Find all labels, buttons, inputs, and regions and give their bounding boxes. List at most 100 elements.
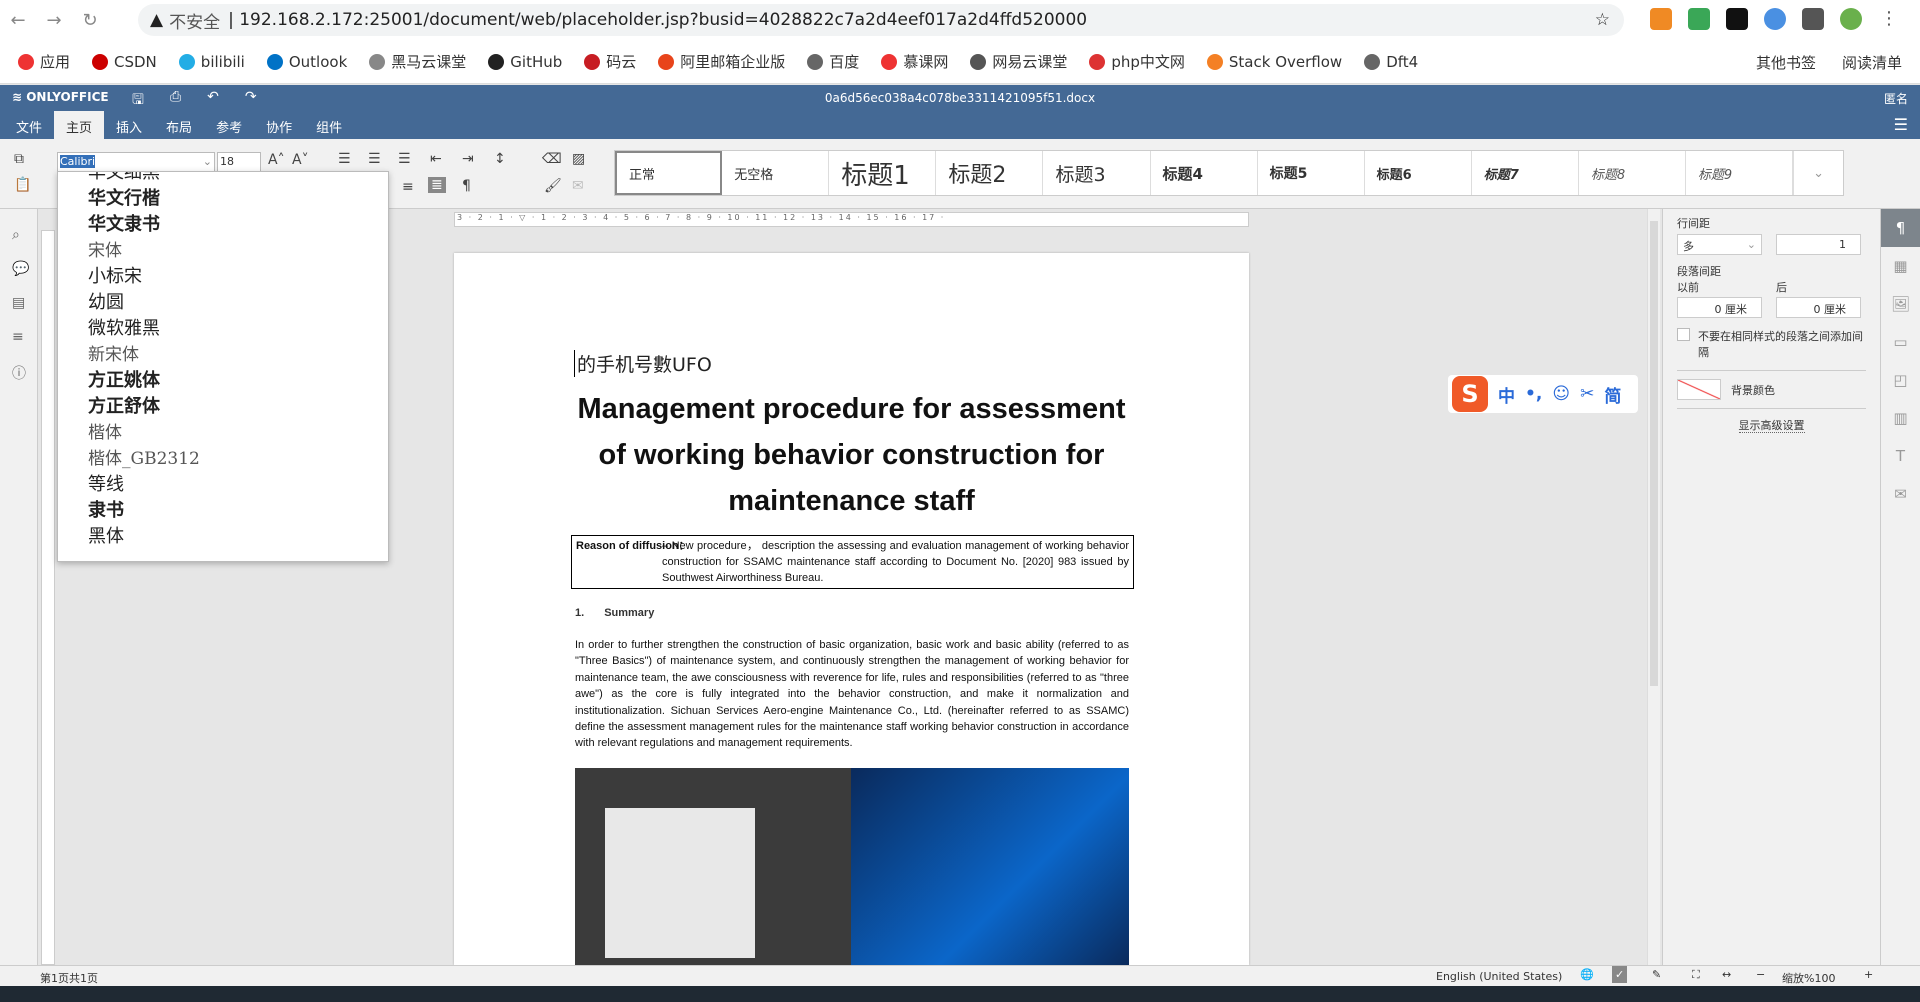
extension-icon[interactable] bbox=[1650, 8, 1672, 30]
bookmark-2[interactable]: bilibili bbox=[178, 53, 245, 71]
font-option[interactable]: 楷体 bbox=[88, 420, 388, 446]
about-icon[interactable]: ⓘ bbox=[12, 363, 37, 383]
ime-item[interactable]: 简 bbox=[1604, 382, 1621, 407]
extension-icon[interactable] bbox=[1726, 8, 1748, 30]
line-spacing-mode-select[interactable]: 多 ⌄ bbox=[1677, 234, 1762, 255]
style-10[interactable]: 标题9 bbox=[1686, 151, 1793, 195]
cursor-line-text[interactable]: 的手机号數UFO bbox=[574, 350, 712, 377]
reading-list[interactable]: 阅读清单 bbox=[1842, 52, 1902, 73]
font-option[interactable]: 方正舒体 bbox=[88, 394, 388, 420]
zoom-out-icon[interactable]: − bbox=[1756, 968, 1765, 981]
tab-5[interactable]: 协作 bbox=[254, 111, 304, 139]
bookmark-4[interactable]: 黑马云课堂 bbox=[369, 51, 466, 72]
url-text[interactable]: 192.168.2.172:25001/document/web/placeho… bbox=[239, 10, 1087, 30]
ime-item[interactable]: ☺ bbox=[1552, 384, 1570, 404]
font-name-select[interactable]: Calibri ⌄ bbox=[57, 152, 215, 172]
style-8[interactable]: 标题7 bbox=[1472, 151, 1579, 195]
paragraph-icon[interactable]: ¶ bbox=[1881, 209, 1920, 247]
no-space-checkbox[interactable] bbox=[1677, 328, 1690, 341]
tab-2[interactable]: 插入 bbox=[104, 111, 154, 139]
bookmark-7[interactable]: 阿里邮箱企业版 bbox=[658, 51, 785, 72]
scrollbar-thumb[interactable] bbox=[1650, 221, 1658, 686]
style-6[interactable]: 标题5 bbox=[1258, 151, 1365, 195]
style-4[interactable]: 标题3 bbox=[1043, 151, 1151, 195]
shape-icon[interactable]: ◰ bbox=[1881, 361, 1920, 399]
font-option[interactable]: 华文行楷 bbox=[88, 186, 388, 212]
user-name[interactable]: 匿名 bbox=[1884, 90, 1908, 107]
font-dropdown-list[interactable]: 华文细黑 华文行楷 华文隶书 宋体 小标宋 幼圆 微软雅黑 新宋体 方正姚体 方正舒体 楷体 楷体_G… bbox=[57, 171, 389, 562]
bookmark-5[interactable]: GitHub bbox=[488, 53, 562, 71]
font-option[interactable]: 新宋体 bbox=[88, 342, 388, 368]
chat-icon[interactable]: ▤ bbox=[12, 295, 37, 311]
text-art-icon[interactable]: T bbox=[1881, 437, 1920, 475]
increase-indent-icon[interactable]: ⇥ bbox=[462, 151, 474, 167]
font-option[interactable]: 方正姚体 bbox=[88, 368, 388, 394]
star-icon[interactable]: ☆ bbox=[1595, 10, 1610, 30]
header-footer-icon[interactable]: ▭ bbox=[1881, 323, 1920, 361]
vertical-scrollbar[interactable] bbox=[1647, 209, 1660, 965]
font-option[interactable]: 隶书 bbox=[88, 498, 388, 524]
more-icon[interactable]: ⋮ bbox=[1878, 8, 1900, 30]
style-9[interactable]: 标题8 bbox=[1579, 151, 1686, 195]
table-icon[interactable]: ▦ bbox=[1881, 247, 1920, 285]
bullet-list-icon[interactable]: ☰ bbox=[338, 151, 351, 167]
fit-width-icon[interactable]: ↔ bbox=[1722, 968, 1731, 981]
tab-6[interactable]: 组件 bbox=[304, 111, 354, 139]
bookmark-3[interactable]: Outlook bbox=[266, 53, 347, 71]
fit-page-icon[interactable]: ⛶ bbox=[1692, 968, 1700, 982]
spacing-after-input[interactable]: 0 厘米 bbox=[1776, 297, 1861, 318]
section-heading[interactable]: 1. Summary bbox=[575, 607, 674, 619]
back-icon[interactable]: ← bbox=[0, 10, 36, 31]
track-changes-icon[interactable]: ✎ bbox=[1652, 968, 1661, 981]
advanced-settings-link[interactable]: 显示高级设置 bbox=[1738, 419, 1805, 433]
font-option[interactable]: 黑体 bbox=[88, 524, 388, 550]
background-color-picker[interactable] bbox=[1677, 379, 1721, 400]
ime-item[interactable]: 中 bbox=[1498, 382, 1515, 407]
align-right-icon[interactable]: ≡ bbox=[402, 179, 414, 195]
navigation-icon[interactable]: ≡ bbox=[12, 329, 37, 345]
bookmark-11[interactable]: php中文网 bbox=[1089, 51, 1185, 72]
style-5[interactable]: 标题4 bbox=[1151, 151, 1258, 195]
increase-font-icon[interactable]: A˄ bbox=[268, 152, 285, 168]
numbered-list-icon[interactable]: ☰ bbox=[368, 151, 381, 167]
font-option[interactable]: 宋体 bbox=[88, 238, 388, 264]
bookmark-8[interactable]: 百度 bbox=[807, 51, 859, 72]
style-1[interactable]: 无空格 bbox=[722, 151, 830, 195]
copy-icon[interactable]: ⧉ bbox=[14, 151, 24, 167]
spacing-before-input[interactable]: 0 厘米 bbox=[1677, 297, 1762, 318]
ime-toolbar[interactable]: S 中 •, ☺ ✂ 简 bbox=[1448, 375, 1638, 413]
bookmark-6[interactable]: 码云 bbox=[584, 51, 636, 72]
tab-4[interactable]: 参考 bbox=[204, 111, 254, 139]
bookmark-1[interactable]: CSDN bbox=[92, 53, 157, 71]
bookmark-10[interactable]: 网易云课堂 bbox=[970, 51, 1067, 72]
paste-icon[interactable]: 📋 bbox=[14, 177, 31, 193]
font-option[interactable]: 华文隶书 bbox=[88, 212, 388, 238]
line-spacing-icon[interactable]: ↕ bbox=[494, 151, 506, 167]
shield-extension-icon[interactable] bbox=[1688, 8, 1710, 30]
font-option[interactable]: 等线 bbox=[88, 472, 388, 498]
shading-icon[interactable]: ▨ bbox=[572, 151, 585, 167]
zoom-in-icon[interactable]: + bbox=[1864, 968, 1873, 981]
horizontal-ruler[interactable]: 3 · 2 · 1 · ▽ · 1 · 2 · 3 · 4 · 5 · 6 · … bbox=[454, 212, 1249, 227]
document-page[interactable]: 的手机号數UFO Management procedure for assess… bbox=[454, 253, 1249, 965]
redo-icon[interactable]: ↷ bbox=[245, 89, 257, 113]
font-option[interactable]: 小标宋 bbox=[88, 264, 388, 290]
summary-paragraph[interactable]: In order to further strengthen the const… bbox=[575, 637, 1129, 752]
bookmark-9[interactable]: 慕课网 bbox=[881, 51, 948, 72]
bookmark-13[interactable]: Dft4 bbox=[1364, 53, 1418, 71]
decrease-font-icon[interactable]: A˅ bbox=[292, 152, 309, 168]
tab-0[interactable]: 文件 bbox=[4, 111, 54, 139]
justify-icon[interactable]: ≣ bbox=[428, 177, 446, 193]
line-spacing-value-input[interactable]: 1 bbox=[1776, 234, 1861, 255]
style-0[interactable]: 正常 bbox=[615, 151, 723, 195]
tab-3[interactable]: 布局 bbox=[154, 111, 204, 139]
embedded-screenshot-image[interactable] bbox=[575, 768, 1129, 965]
search-icon[interactable]: ⌕ bbox=[12, 227, 37, 243]
save-icon[interactable]: 🖫 bbox=[132, 89, 144, 113]
profile-avatar[interactable] bbox=[1840, 8, 1862, 30]
ime-item[interactable]: •, bbox=[1525, 384, 1542, 404]
decrease-indent-icon[interactable]: ⇤ bbox=[430, 151, 442, 167]
format-painter-icon[interactable]: 🖌 bbox=[544, 178, 562, 194]
reload-icon[interactable]: ↻ bbox=[72, 10, 108, 31]
comments-icon[interactable]: 💬 bbox=[12, 261, 37, 277]
